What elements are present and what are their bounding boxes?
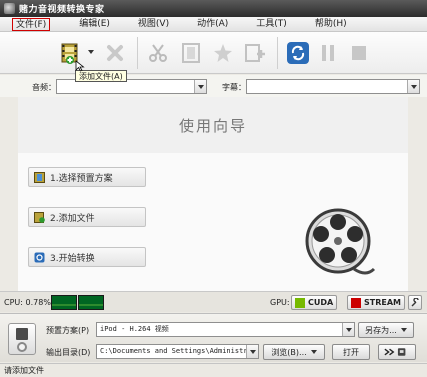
wizard-step-add-file[interactable]: 2.添加文件 xyxy=(28,207,146,227)
add-file-dropdown-icon[interactable] xyxy=(88,50,94,54)
audio-label: 音频： xyxy=(32,83,56,92)
window-title: 赌力音视频转换专家 xyxy=(19,5,105,15)
cpu-core-graph xyxy=(51,295,77,310)
double-chevron-icon xyxy=(384,348,406,356)
cpu-core-graph xyxy=(78,295,104,310)
ipod-device-icon xyxy=(8,323,36,355)
wizard-step-label: 2.添加文件 xyxy=(50,213,95,224)
chevron-down-icon[interactable] xyxy=(407,80,419,93)
preset-select[interactable]: iPod - H.264 视频 xyxy=(96,322,355,337)
clip-button[interactable] xyxy=(176,38,206,68)
title-bar: 赌力音视频转换专家 xyxy=(0,0,427,17)
chevron-down-icon[interactable] xyxy=(342,323,354,336)
open-folder-button[interactable]: 打开 xyxy=(332,344,370,360)
toolbar xyxy=(0,32,427,74)
nvidia-icon xyxy=(295,297,305,308)
convert-button[interactable] xyxy=(283,38,313,68)
wizard-title: 使用向导 xyxy=(18,97,408,153)
menu-help[interactable]: 帮助(H) xyxy=(312,18,350,31)
track-bar: 音频： 字幕： xyxy=(0,75,427,97)
stop-icon xyxy=(352,46,366,60)
subtitle-label: 字幕： xyxy=(222,83,246,92)
gpu-settings-button[interactable] xyxy=(408,295,422,310)
wizard-step-label: 1.选择预置方案 xyxy=(50,173,113,184)
menu-action[interactable]: 动作(A) xyxy=(194,18,231,31)
menu-tools[interactable]: 工具(T) xyxy=(253,18,290,31)
cuda-badge[interactable]: CUDA xyxy=(291,295,338,310)
toolbar-separator xyxy=(137,37,138,69)
wizard-step-start-convert[interactable]: 3.开始转换 xyxy=(28,247,146,267)
pause-icon xyxy=(322,45,334,61)
preset-icon xyxy=(34,171,45,183)
output-options-button[interactable] xyxy=(378,344,416,360)
output-panel: 预置方案(P) iPod - H.264 视频 另存为... 输出目录(D) C… xyxy=(0,313,427,362)
cut-button[interactable] xyxy=(143,38,173,68)
film-icon xyxy=(182,43,200,63)
gpu-label: GPU: xyxy=(270,298,290,307)
merge-icon xyxy=(245,44,265,62)
preset-label: 预置方案(P) xyxy=(46,326,90,335)
scissors-icon xyxy=(149,44,167,62)
menu-view[interactable]: 视图(V) xyxy=(135,18,172,31)
ati-icon xyxy=(351,297,361,308)
film-reel-icon xyxy=(305,208,376,275)
toolbar-separator xyxy=(277,37,278,69)
save-as-button[interactable]: 另存为... xyxy=(358,322,414,338)
stop-button[interactable] xyxy=(344,38,374,68)
output-dir-label: 输出目录(D) xyxy=(46,348,91,357)
status-strip: CPU: 0.78% GPU: CUDA STREAM xyxy=(0,291,427,312)
wizard-panel: 使用向导 1.选择预置方案 2.添加文件 3.开始转换 xyxy=(18,97,408,291)
mouse-cursor-icon xyxy=(75,60,85,72)
remove-icon xyxy=(107,45,123,61)
pause-button[interactable] xyxy=(313,38,343,68)
app-icon xyxy=(4,3,15,14)
menu-file[interactable]: 文件(F) xyxy=(12,17,51,31)
convert-icon xyxy=(287,42,309,64)
film-add-icon xyxy=(34,211,45,223)
cpu-usage: CPU: 0.78% xyxy=(4,298,51,307)
wizard-step-label: 3.开始转换 xyxy=(50,253,95,264)
star-icon xyxy=(214,44,232,62)
subtitle-select[interactable] xyxy=(246,79,420,94)
stream-badge[interactable]: STREAM xyxy=(347,295,405,310)
menu-bar: 文件(F) 编辑(E) 视图(V) 动作(A) 工具(T) 帮助(H) xyxy=(0,17,427,32)
chevron-down-icon[interactable] xyxy=(194,80,206,93)
output-dir-select[interactable]: C:\Documents and Settings\Administrat xyxy=(96,344,259,359)
wrench-icon xyxy=(411,297,419,306)
wizard-step-select-preset[interactable]: 1.选择预置方案 xyxy=(28,167,146,187)
browse-button[interactable]: 浏览(B)... xyxy=(263,344,325,360)
status-bar: 请添加文件 xyxy=(0,363,427,377)
menu-edit[interactable]: 编辑(E) xyxy=(76,18,113,31)
remove-button[interactable] xyxy=(100,38,130,68)
chevron-down-icon[interactable] xyxy=(310,350,317,354)
convert-icon xyxy=(34,252,45,262)
effect-button[interactable] xyxy=(208,38,238,68)
chevron-down-icon[interactable] xyxy=(246,345,258,358)
chevron-down-icon[interactable] xyxy=(400,328,407,332)
merge-button[interactable] xyxy=(240,38,270,68)
